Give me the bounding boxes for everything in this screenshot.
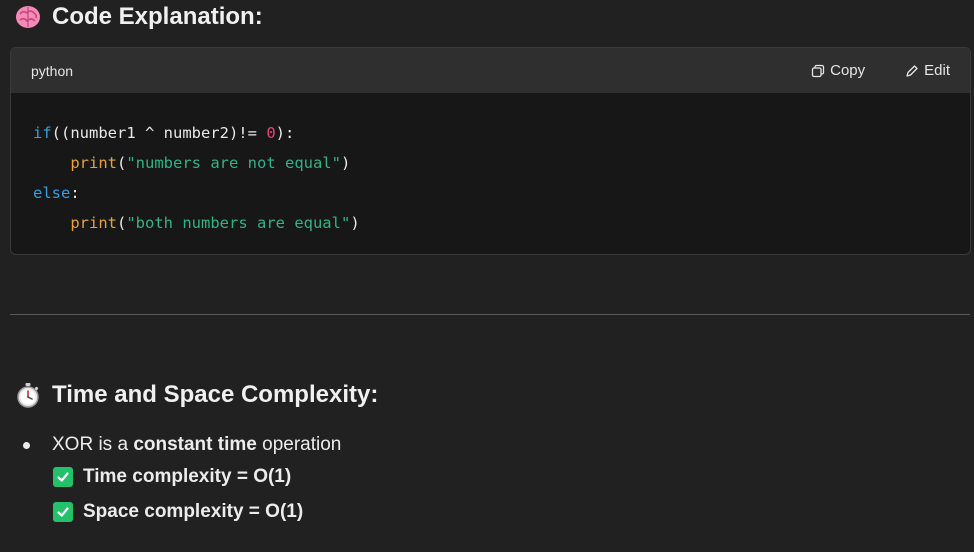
bullet-dot	[23, 441, 30, 449]
text-bold: constant time	[133, 434, 257, 455]
section-heading-code-explanation: Code Explanation:	[14, 3, 263, 31]
sub-list-item: Time complexity = O(1)	[53, 459, 341, 494]
chat-response: Code Explanation: python Copy Edit if((n…	[0, 0, 974, 552]
code-language-label: python	[31, 62, 74, 79]
edit-button-label: Edit	[924, 62, 950, 79]
code-content: if((number1 ^ number2)!= 0): print("numb…	[11, 93, 970, 238]
sub-list-item: Space complexity = O(1)	[53, 494, 341, 529]
stopwatch-icon	[14, 381, 42, 409]
pencil-icon	[906, 64, 918, 77]
brain-icon	[14, 3, 42, 31]
code-block: python Copy Edit if((number1 ^ number2)!…	[10, 47, 971, 255]
section-title: Time and Space Complexity:	[52, 381, 379, 408]
section-heading-complexity: Time and Space Complexity:	[14, 381, 378, 409]
section-title: Code Explanation:	[52, 3, 263, 30]
list-item: XOR is a constant time operation	[20, 431, 341, 459]
copy-button-label: Copy	[830, 62, 866, 79]
code-line: if((number1 ^ number2)!= 0):	[33, 124, 295, 142]
check-mark-icon	[53, 466, 73, 487]
edit-button[interactable]: Edit	[905, 62, 950, 79]
list-item-text: XOR is a constant time operation	[52, 434, 341, 456]
code-line: print("both numbers are equal")	[70, 214, 360, 232]
check-mark-icon	[53, 501, 73, 522]
code-line: else:	[33, 184, 80, 202]
code-line: print("numbers are not equal")	[70, 154, 351, 172]
time-complexity-text: Time complexity = O(1)	[83, 465, 292, 487]
horizontal-divider	[10, 314, 970, 315]
space-complexity-text: Space complexity = O(1)	[83, 500, 304, 522]
copy-button[interactable]: Copy	[811, 62, 865, 79]
copy-icon	[811, 64, 825, 77]
complexity-list: XOR is a constant time operation Time co…	[20, 431, 341, 529]
text-suffix: operation	[256, 434, 342, 455]
code-block-header: python Copy Edit	[11, 48, 970, 93]
text-prefix: XOR is a	[52, 434, 134, 455]
